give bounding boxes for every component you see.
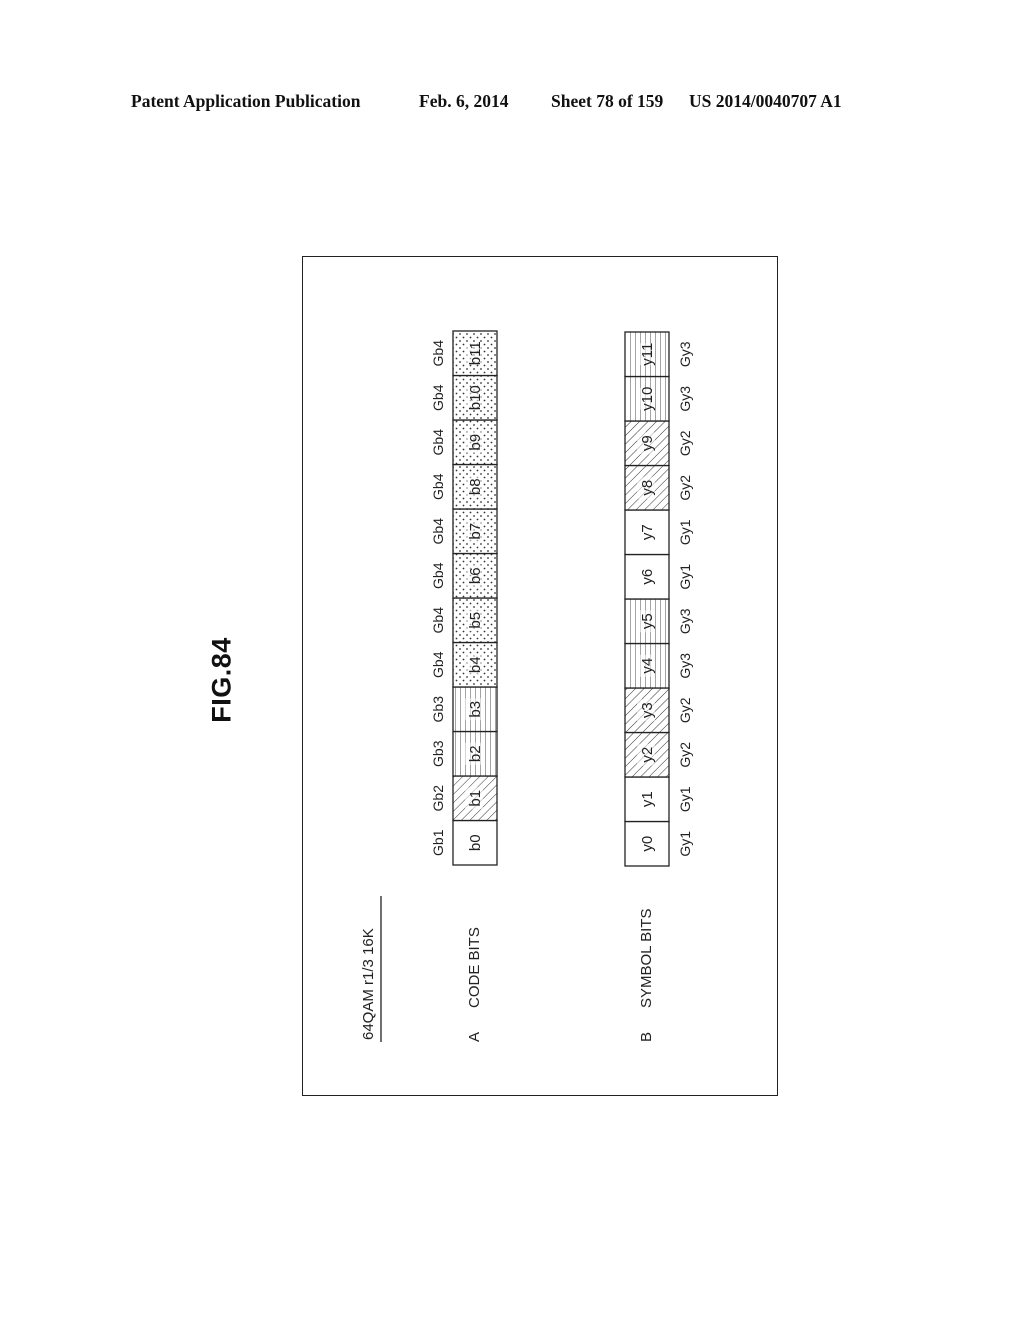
symbol-bit-label: y4 — [639, 658, 656, 674]
code-bit-cell: b5 Gb4 — [430, 597, 498, 644]
code-bit-cell: b6 Gb4 — [430, 552, 498, 599]
code-bit-group-label: Gb3 — [430, 740, 446, 767]
section-a-name: CODE BITS — [466, 927, 483, 1008]
code-bit-label: b6 — [467, 567, 484, 584]
code-bit-group-label: Gb2 — [430, 785, 446, 812]
section-b-label: B SYMBOL BITS — [638, 909, 655, 1042]
code-bit-group-label: Gb4 — [430, 340, 446, 367]
symbol-bit-group-label: Gy1 — [677, 786, 693, 812]
symbol-bit-cell: y4 Gy3 — [624, 642, 693, 689]
code-bit-cell: b3 Gb3 — [430, 686, 498, 733]
symbol-bit-label: y10 — [639, 387, 656, 411]
code-bit-cell: b10 Gb4 — [430, 374, 498, 421]
symbol-bit-group-label: Gy2 — [677, 475, 693, 501]
symbol-bit-label: y2 — [639, 747, 656, 763]
section-a-label: A CODE BITS — [466, 927, 483, 1042]
code-bit-group-label: Gb4 — [430, 562, 446, 589]
code-bit-group-label: Gb4 — [430, 518, 446, 545]
symbol-bit-group-label: Gy2 — [677, 430, 693, 456]
symbol-bit-label: y1 — [639, 791, 656, 807]
code-bits-bar: b0 Gb1 b1 Gb2 b2 Gb3 b3 Gb3 b4 Gb4 b5 Gb4 b6 Gb4 b7 Gb4… — [430, 330, 498, 866]
code-bit-group-label: Gb4 — [430, 607, 446, 634]
symbol-bit-cell: y11 Gy3 — [624, 331, 693, 378]
code-bit-label: b2 — [467, 745, 484, 762]
symbol-bit-label: y3 — [639, 702, 656, 718]
symbol-bit-cell: y10 Gy3 — [624, 375, 693, 422]
code-bit-cell: b9 Gb4 — [430, 419, 498, 466]
code-bit-label: b4 — [467, 656, 484, 673]
code-bit-label: b8 — [467, 478, 484, 495]
symbol-bit-label: y11 — [639, 343, 656, 366]
symbol-bit-cell: y0 Gy1 — [624, 820, 693, 867]
symbol-bits-bar: y0 Gy1 y1 Gy1 y2 Gy2 y3 Gy2 y4 Gy3 y5 Gy3 y6 Gy1 y7 Gy1… — [624, 331, 693, 867]
code-bit-cell: b7 Gb4 — [430, 508, 498, 555]
code-bit-label: b0 — [467, 834, 484, 851]
figure-title: 64QAM r1/3 16K — [360, 896, 382, 1042]
symbol-bit-group-label: Gy3 — [677, 386, 693, 412]
code-bit-group-label: Gb4 — [430, 384, 446, 411]
symbol-bit-label: y9 — [639, 435, 656, 451]
code-bit-cell: b2 Gb3 — [430, 730, 498, 777]
code-bit-group-label: Gb4 — [430, 651, 446, 678]
code-bit-label: b7 — [467, 523, 484, 540]
symbol-bit-label: y0 — [639, 836, 656, 852]
code-bit-label: b1 — [467, 790, 484, 807]
figure-title-text: 64QAM r1/3 16K — [360, 928, 377, 1040]
code-bit-cell: b8 Gb4 — [430, 463, 498, 510]
symbol-bit-cell: y7 Gy1 — [624, 509, 693, 556]
code-bit-label: b11 — [467, 341, 484, 365]
symbol-bit-group-label: Gy1 — [677, 831, 693, 857]
code-bit-label: b10 — [467, 385, 484, 410]
code-bit-label: b5 — [467, 612, 484, 629]
code-bit-group-label: Gb3 — [430, 696, 446, 723]
bit-assignment-diagram: 64QAM r1/3 16K A CODE BITS B SYMBOL BITS… — [360, 330, 693, 1042]
section-b-name: SYMBOL BITS — [638, 909, 655, 1008]
code-bit-cell: b1 Gb2 — [430, 775, 498, 822]
symbol-bit-group-label: Gy1 — [677, 519, 693, 545]
symbol-bit-cell: y5 Gy3 — [624, 598, 693, 645]
symbol-bit-cell: y8 Gy2 — [624, 464, 693, 511]
symbol-bit-group-label: Gy1 — [677, 564, 693, 590]
symbol-bit-cell: y9 Gy2 — [624, 420, 693, 467]
symbol-bit-cell: y1 Gy1 — [624, 776, 693, 823]
section-a-letter: A — [466, 1032, 483, 1042]
symbol-bit-cell: y6 Gy1 — [624, 553, 693, 600]
code-bit-cell: b0 Gb1 — [430, 819, 498, 866]
symbol-bit-label: y6 — [639, 569, 656, 585]
code-bit-cell: b4 Gb4 — [430, 641, 498, 688]
section-b-letter: B — [638, 1032, 655, 1042]
symbol-bit-group-label: Gy3 — [677, 341, 693, 367]
code-bit-group-label: Gb4 — [430, 473, 446, 500]
symbol-bit-cell: y2 Gy2 — [624, 731, 693, 778]
symbol-bit-label: y5 — [639, 613, 656, 629]
symbol-bit-label: y7 — [639, 524, 656, 540]
code-bit-cell: b11 Gb4 — [430, 330, 498, 377]
code-bit-label: b3 — [467, 701, 484, 718]
code-bit-group-label: Gb4 — [430, 429, 446, 456]
code-bit-group-label: Gb1 — [430, 829, 446, 856]
symbol-bit-group-label: Gy2 — [677, 697, 693, 723]
code-bit-label: b9 — [467, 434, 484, 451]
symbol-bit-group-label: Gy3 — [677, 608, 693, 634]
symbol-bit-cell: y3 Gy2 — [624, 687, 693, 734]
symbol-bit-group-label: Gy2 — [677, 742, 693, 768]
symbol-bit-group-label: Gy3 — [677, 653, 693, 679]
symbol-bit-label: y8 — [639, 480, 656, 496]
